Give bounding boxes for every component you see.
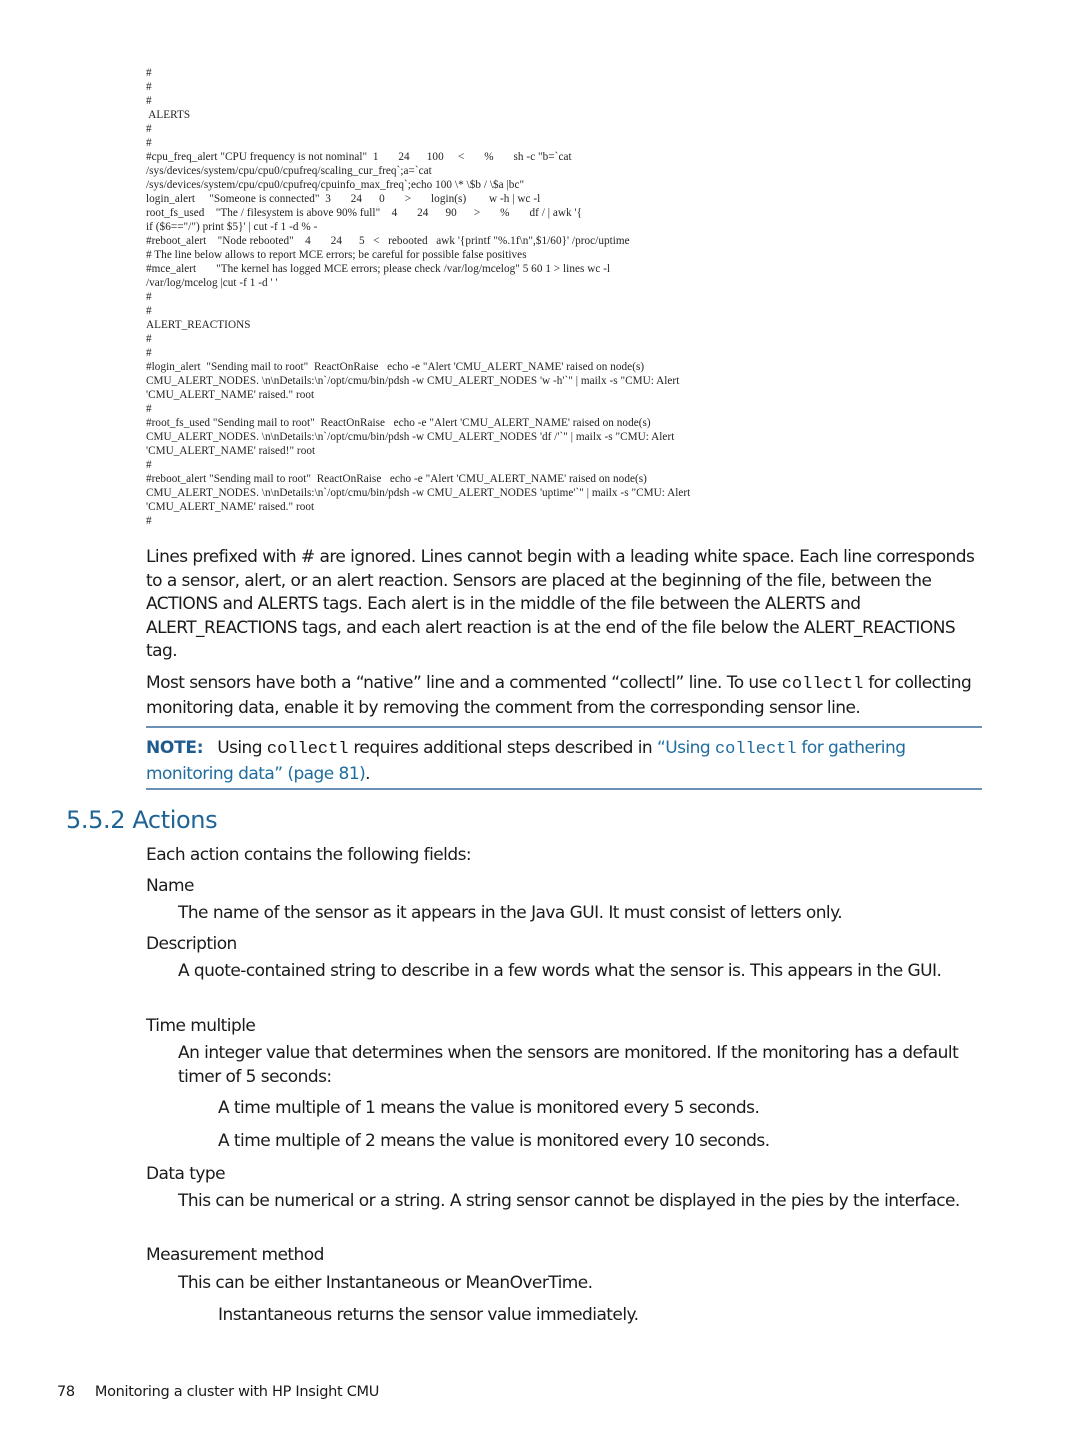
- code-line: #: [146, 459, 152, 471]
- code-line: /sys/devices/system/cpu/cpu0/cpufreq/sca…: [146, 165, 432, 177]
- code-line: #: [146, 81, 152, 93]
- code-line: #cpu_freq_alert "CPU frequency is not no…: [146, 151, 572, 163]
- section-number: 5.5.2: [66, 806, 126, 834]
- field-term-data-type: Data type: [146, 1164, 226, 1184]
- code-line: login_alert "Someone is connected" 3 24 …: [146, 193, 541, 205]
- code-line: #: [146, 95, 152, 107]
- section-intro: Each action contains the following field…: [146, 845, 472, 865]
- note-text: Using: [217, 738, 267, 758]
- code-line: # The line below allows to report MCE er…: [146, 249, 527, 261]
- page-footer: 78 Monitoring a cluster with HP Insight C…: [57, 1384, 379, 1400]
- inline-code: collectl: [781, 675, 864, 694]
- code-line: /var/log/mcelog |cut -f 1 -d ' ': [146, 277, 278, 289]
- code-line: #root_fs_used "Sending mail to root" Rea…: [146, 417, 651, 429]
- chapter-title: Monitoring a cluster with HP Insight CMU: [94, 1384, 380, 1400]
- code-line: ALERTS: [146, 109, 191, 121]
- code-line: #reboot_alert "Sending mail to root" Rea…: [146, 473, 647, 485]
- code-line: #: [146, 333, 152, 345]
- field-definition-name: The name of the sensor as it appears in …: [178, 903, 843, 923]
- code-line: #: [146, 291, 152, 303]
- measurement-method-example: Instantaneous returns the sensor value i…: [218, 1305, 639, 1325]
- note-text: .: [365, 764, 371, 784]
- code-line: root_fs_used "The / filesystem is above …: [146, 207, 583, 219]
- code-line: #: [146, 515, 152, 527]
- field-definition-data-type: This can be numerical or a string. A str…: [178, 1191, 960, 1211]
- code-line: if ($6=="/") print $5}' | cut -f 1 -d % …: [146, 221, 318, 233]
- code-line: 'CMU_ALERT_NAME' raised!" root: [146, 445, 316, 457]
- section-title: Actions: [132, 806, 218, 834]
- code-line: CMU_ALERT_NODES. \n\nDetails:\n`/opt/cmu…: [146, 487, 691, 499]
- note-bottom-rule: [146, 788, 982, 790]
- note-box: NOTE: Using collectl requires additional …: [146, 736, 986, 786]
- text: Most sensors have both a “native” line a…: [146, 673, 782, 693]
- code-line: #: [146, 137, 152, 149]
- code-line: 'CMU_ALERT_NAME' raised." root: [146, 501, 315, 513]
- code-line: #login_alert "Sending mail to root" Reac…: [146, 361, 645, 373]
- code-line: 'CMU_ALERT_NAME' raised." root: [146, 389, 315, 401]
- field-definition-measurement-method: This can be either Instantaneous or Mean…: [178, 1273, 593, 1293]
- note-text: requires additional steps described in: [348, 738, 657, 758]
- code-line: #: [146, 347, 152, 359]
- config-code-block: # # # ALERTS # # #cpu_freq_alert "CPU frequen…: [146, 66, 996, 528]
- link-text[interactable]: “Using: [657, 738, 715, 758]
- code-line: #reboot_alert "Node rebooted" 4 24 5 < r…: [146, 235, 630, 247]
- note-top-rule: [146, 726, 982, 728]
- field-term-name: Name: [146, 876, 195, 896]
- inline-code: collectl: [266, 740, 349, 759]
- field-term-measurement-method: Measurement method: [146, 1245, 324, 1265]
- code-line: CMU_ALERT_NODES. \n\nDetails:\n`/opt/cmu…: [146, 431, 675, 443]
- link-code[interactable]: collectl: [715, 740, 797, 759]
- code-line: ALERT_REACTIONS: [146, 319, 251, 331]
- field-term-description: Description: [146, 934, 237, 954]
- code-line: CMU_ALERT_NODES. \n\nDetails:\n`/opt/cmu…: [146, 375, 680, 387]
- code-line: #: [146, 305, 152, 317]
- note-label: NOTE:: [146, 738, 204, 758]
- code-line: #: [146, 67, 152, 79]
- code-line: #: [146, 403, 152, 415]
- paragraph-line-rules: Lines prefixed with # are ignored. Lines…: [146, 547, 975, 661]
- time-multiple-example: A time multiple of 1 means the value is …: [218, 1098, 760, 1118]
- time-multiple-example: A time multiple of 2 means the value is …: [218, 1131, 770, 1151]
- field-term-time-multiple: Time multiple: [146, 1016, 256, 1036]
- code-line: #: [146, 123, 152, 135]
- field-definition-time-multiple: An integer value that determines when th…: [178, 1043, 959, 1087]
- page-number: 78: [57, 1384, 75, 1400]
- code-line: #mce_alert "The kernel has logged MCE er…: [146, 263, 611, 275]
- code-line: /sys/devices/system/cpu/cpu0/cpufreq/cpu…: [146, 179, 525, 191]
- field-definition-description: A quote-contained string to describe in …: [178, 961, 942, 981]
- paragraph-collectl: Most sensors have both a “native” line a…: [146, 672, 986, 720]
- section-heading: 5.5.2 Actions: [66, 806, 218, 834]
